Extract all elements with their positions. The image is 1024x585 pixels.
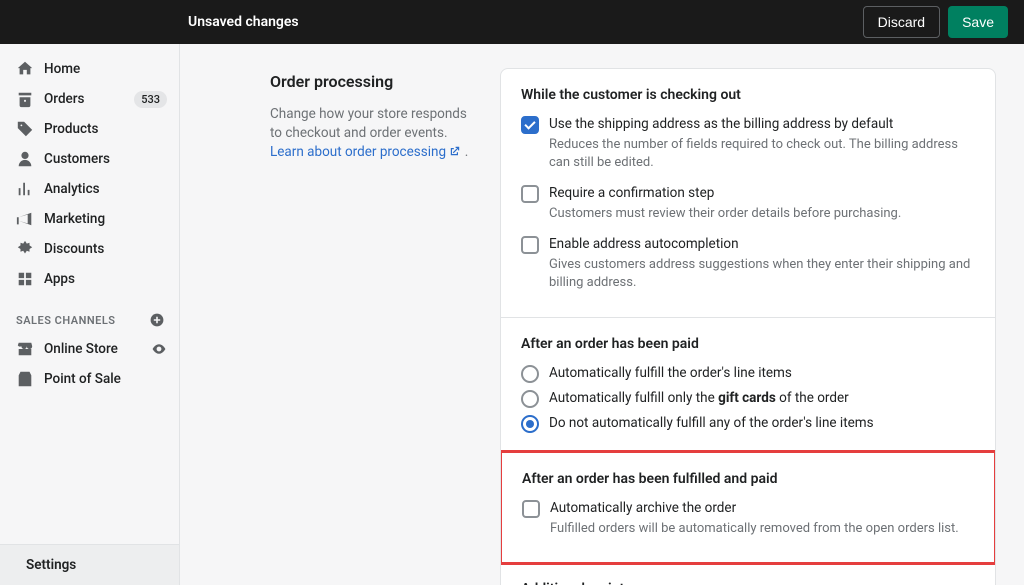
home-icon bbox=[16, 60, 34, 78]
sidebar-item-label: Home bbox=[44, 61, 167, 77]
primary-nav: Home Orders 533 Products Customers Analy… bbox=[0, 44, 179, 544]
sidebar-item-label: Point of Sale bbox=[44, 371, 167, 387]
order-processing-card: While the customer is checking out Use t… bbox=[500, 68, 996, 585]
checkbox-shipping-as-billing[interactable]: Use the shipping address as the billing … bbox=[521, 115, 975, 178]
sidebar-item-products[interactable]: Products bbox=[0, 114, 179, 144]
pos-icon bbox=[16, 370, 34, 388]
sidebar-footer: Settings bbox=[0, 544, 179, 585]
radio-fulfill-gift-cards[interactable]: Automatically fulfill only the gift card… bbox=[521, 389, 975, 408]
sidebar-item-home[interactable]: Home bbox=[0, 54, 179, 84]
sidebar-item-analytics[interactable]: Analytics bbox=[0, 174, 179, 204]
add-channel-icon[interactable] bbox=[149, 312, 165, 328]
apps-icon bbox=[16, 270, 34, 288]
choice-desc: Fulfilled orders will be automatically r… bbox=[550, 520, 974, 544]
settings-card-column: While the customer is checking out Use t… bbox=[500, 68, 996, 561]
choice-desc: Gives customers address suggestions when… bbox=[549, 256, 975, 298]
topbar-actions: Discard Save bbox=[863, 6, 1008, 38]
sidebar-item-discounts[interactable]: Discounts bbox=[0, 234, 179, 264]
online-store-icon bbox=[16, 340, 34, 358]
additional-scripts-section: Additional scripts bbox=[501, 563, 995, 585]
radio-auto-fulfill-all[interactable]: Automatically fulfill the order's line i… bbox=[521, 364, 975, 383]
checkbox-icon bbox=[521, 185, 539, 203]
checkout-section: While the customer is checking out Use t… bbox=[501, 69, 995, 318]
settings-label: Settings bbox=[26, 557, 76, 573]
checkbox-icon bbox=[521, 236, 539, 254]
save-button[interactable]: Save bbox=[948, 6, 1008, 38]
sidebar-item-label: Orders bbox=[44, 91, 124, 107]
sidebar-item-label: Apps bbox=[44, 271, 167, 287]
scripts-heading: Additional scripts bbox=[521, 581, 975, 585]
sidebar-item-marketing[interactable]: Marketing bbox=[0, 204, 179, 234]
sales-channels-heading: SALES CHANNELS bbox=[0, 294, 179, 334]
radio-icon bbox=[521, 390, 539, 408]
customers-icon bbox=[16, 150, 34, 168]
sidebar-item-pos[interactable]: Point of Sale bbox=[0, 364, 179, 394]
sales-channels-label: SALES CHANNELS bbox=[16, 314, 116, 327]
radio-icon bbox=[521, 415, 539, 433]
sidebar-item-label: Marketing bbox=[44, 211, 167, 227]
sidebar-item-label: Discounts bbox=[44, 241, 167, 257]
main-content: Order processing Change how your store r… bbox=[180, 44, 1024, 585]
section-heading-block: Order processing Change how your store r… bbox=[270, 68, 470, 561]
orders-badge: 533 bbox=[134, 91, 167, 108]
page-section-desc: Change how your store responds to checko… bbox=[270, 105, 470, 162]
learn-link[interactable]: Learn about order processing bbox=[270, 144, 461, 160]
topbar: Unsaved changes Discard Save bbox=[0, 0, 1024, 44]
sidebar-item-settings[interactable]: Settings bbox=[0, 545, 179, 585]
orders-icon bbox=[16, 90, 34, 108]
page-section-title: Order processing bbox=[270, 72, 470, 91]
view-store-icon[interactable] bbox=[151, 341, 167, 357]
sidebar-item-apps[interactable]: Apps bbox=[0, 264, 179, 294]
after-paid-section: After an order has been paid Automatical… bbox=[501, 318, 995, 452]
after-paid-heading: After an order has been paid bbox=[521, 336, 975, 352]
choice-label: Do not automatically fulfill any of the … bbox=[549, 414, 975, 433]
choice-label: Automatically archive the order bbox=[550, 499, 974, 518]
after-fulfilled-heading: After an order has been fulfilled and pa… bbox=[522, 471, 974, 487]
sidebar-item-customers[interactable]: Customers bbox=[0, 144, 179, 174]
marketing-icon bbox=[16, 210, 34, 228]
desc-post: . bbox=[461, 144, 468, 160]
checkout-heading: While the customer is checking out bbox=[521, 87, 975, 103]
topbar-title: Unsaved changes bbox=[16, 14, 863, 30]
analytics-icon bbox=[16, 180, 34, 198]
checkbox-icon bbox=[522, 500, 540, 518]
sidebar-item-orders[interactable]: Orders 533 bbox=[0, 84, 179, 114]
sidebar-item-label: Analytics bbox=[44, 181, 167, 197]
after-fulfilled-section: After an order has been fulfilled and pa… bbox=[500, 450, 996, 565]
choice-label: Automatically fulfill the order's line i… bbox=[549, 364, 975, 383]
checkbox-auto-archive[interactable]: Automatically archive the order Fulfille… bbox=[522, 499, 974, 544]
radio-no-auto-fulfill[interactable]: Do not automatically fulfill any of the … bbox=[521, 414, 975, 433]
sidebar: Home Orders 533 Products Customers Analy… bbox=[0, 44, 180, 585]
choice-label: Require a confirmation step bbox=[549, 184, 975, 203]
choice-label: Automatically fulfill only the gift card… bbox=[549, 389, 975, 408]
sidebar-item-label: Customers bbox=[44, 151, 167, 167]
checkbox-require-confirmation[interactable]: Require a confirmation step Customers mu… bbox=[521, 184, 975, 229]
products-icon bbox=[16, 120, 34, 138]
choice-label: Use the shipping address as the billing … bbox=[549, 115, 975, 134]
radio-icon bbox=[521, 365, 539, 383]
choice-desc: Reduces the number of fields required to… bbox=[549, 136, 975, 178]
sidebar-item-label: Online Store bbox=[44, 341, 141, 357]
learn-link-text: Learn about order processing bbox=[270, 144, 446, 160]
checkbox-icon bbox=[521, 116, 539, 134]
sidebar-item-label: Products bbox=[44, 121, 167, 137]
discounts-icon bbox=[16, 240, 34, 258]
external-link-icon bbox=[449, 144, 461, 156]
desc-pre: Change how your store responds to checko… bbox=[270, 106, 467, 141]
checkbox-address-autocomplete[interactable]: Enable address autocompletion Gives cust… bbox=[521, 235, 975, 298]
sidebar-item-online-store[interactable]: Online Store bbox=[0, 334, 179, 364]
choice-desc: Customers must review their order detail… bbox=[549, 205, 975, 229]
choice-label: Enable address autocompletion bbox=[549, 235, 975, 254]
discard-button[interactable]: Discard bbox=[863, 6, 940, 38]
